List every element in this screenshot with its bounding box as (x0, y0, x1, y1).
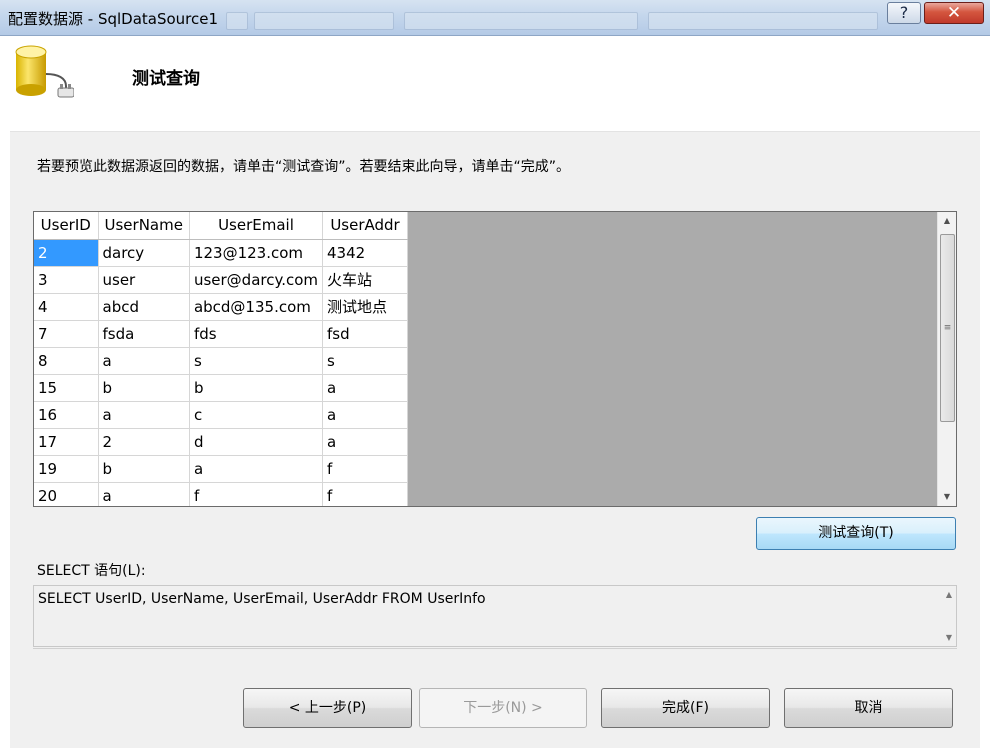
cell-username[interactable]: fsda (98, 320, 190, 348)
cell-userid[interactable]: 2 (34, 239, 99, 267)
cell-username[interactable]: user (98, 266, 190, 294)
cell-userid[interactable]: 4 (34, 293, 99, 321)
cell-useraddr[interactable]: s (322, 347, 409, 375)
cell-useremail[interactable]: d (189, 428, 324, 456)
scrollbar-thumb[interactable]: ≡ (940, 234, 955, 422)
scroll-down-icon[interactable]: ▼ (946, 633, 952, 642)
cell-userid[interactable]: 17 (34, 428, 99, 456)
cell-username[interactable]: a (98, 401, 190, 429)
cell-useraddr[interactable]: a (322, 428, 409, 456)
cell-useraddr[interactable]: a (322, 401, 409, 429)
table-row[interactable]: 7 fsda fds fsd (34, 320, 409, 348)
background-toolbar-ghost (254, 12, 394, 30)
cell-useremail[interactable]: abcd@135.com (189, 293, 324, 321)
column-header-userid[interactable]: UserID (34, 212, 99, 240)
cell-useraddr[interactable]: 火车站 (322, 266, 409, 294)
cell-useraddr[interactable]: 4342 (322, 239, 409, 267)
table-row[interactable]: 17 2 d a (34, 428, 409, 456)
close-button[interactable]: ✕ (924, 2, 984, 24)
table-row[interactable]: 15 b b a (34, 374, 409, 402)
cell-useraddr[interactable]: 测试地点 (322, 293, 409, 321)
cell-username[interactable]: a (98, 347, 190, 375)
results-grid[interactable]: UserID UserName UserEmail UserAddr 2 darc… (33, 211, 957, 507)
cell-useremail[interactable]: fds (189, 320, 324, 348)
cell-useremail[interactable]: b (189, 374, 324, 402)
cell-useremail[interactable]: a (189, 455, 324, 483)
cell-userid[interactable]: 8 (34, 347, 99, 375)
background-toolbar-ghost (226, 12, 248, 30)
cell-useraddr[interactable]: f (322, 455, 409, 483)
wizard-header: 测试查询 (10, 36, 980, 132)
cell-useremail[interactable]: c (189, 401, 324, 429)
sql-label: SELECT 语句(L): (37, 563, 146, 579)
cell-userid[interactable]: 20 (34, 482, 99, 506)
wizard-content: 若要预览此数据源返回的数据，请单击“测试查询”。若要结束此向导，请单击“完成”。… (10, 132, 980, 748)
scroll-down-icon[interactable]: ▼ (938, 488, 956, 506)
database-plug-icon (15, 45, 74, 98)
scroll-up-icon[interactable]: ▲ (938, 212, 956, 230)
column-header-username[interactable]: UserName (98, 212, 190, 240)
table-row[interactable]: 19 b a f (34, 455, 409, 483)
cell-username[interactable]: darcy (98, 239, 190, 267)
cell-useremail[interactable]: user@darcy.com (189, 266, 324, 294)
separator (33, 648, 957, 649)
help-button[interactable]: ? (887, 2, 921, 24)
cell-userid[interactable]: 16 (34, 401, 99, 429)
sql-statement-text: SELECT UserID, UserName, UserEmail, User… (38, 591, 486, 607)
table-row[interactable]: 3 user user@darcy.com 火车站 (34, 266, 409, 294)
test-query-button[interactable]: 测试查询(T) (756, 517, 956, 550)
cell-userid[interactable]: 19 (34, 455, 99, 483)
cell-useraddr[interactable]: fsd (322, 320, 409, 348)
cell-userid[interactable]: 3 (34, 266, 99, 294)
back-button[interactable]: < 上一步(P) (243, 688, 412, 728)
results-table[interactable]: UserID UserName UserEmail UserAddr 2 darc… (34, 212, 409, 506)
column-header-useremail[interactable]: UserEmail (189, 212, 324, 240)
cell-useraddr[interactable]: f (322, 482, 409, 506)
background-toolbar-ghost (648, 12, 878, 30)
cell-username[interactable]: b (98, 455, 190, 483)
background-toolbar-ghost (404, 12, 638, 30)
grid-vertical-scrollbar[interactable]: ▲ ≡ ▼ (937, 212, 956, 506)
scroll-up-icon[interactable]: ▲ (946, 590, 952, 599)
page-title: 测试查询 (132, 69, 200, 89)
cell-useremail[interactable]: 123@123.com (189, 239, 324, 267)
cell-username[interactable]: b (98, 374, 190, 402)
cell-username[interactable]: 2 (98, 428, 190, 456)
column-header-useraddr[interactable]: UserAddr (322, 212, 409, 240)
cell-useraddr[interactable]: a (322, 374, 409, 402)
cell-userid[interactable]: 7 (34, 320, 99, 348)
sql-statement-box[interactable]: SELECT UserID, UserName, UserEmail, User… (33, 585, 957, 647)
next-button[interactable]: 下一步(N) > (419, 688, 587, 728)
table-row[interactable]: 4 abcd abcd@135.com 测试地点 (34, 293, 409, 321)
cell-username[interactable]: abcd (98, 293, 190, 321)
table-row[interactable]: 20 a f f (34, 482, 409, 506)
cell-username[interactable]: a (98, 482, 190, 506)
table-row[interactable]: 16 a c a (34, 401, 409, 429)
instruction-text: 若要预览此数据源返回的数据，请单击“测试查询”。若要结束此向导，请单击“完成”。 (37, 159, 571, 175)
cell-useremail[interactable]: f (189, 482, 324, 506)
table-row[interactable]: 2 darcy 123@123.com 4342 (34, 239, 409, 267)
window-title: 配置数据源 - SqlDataSource1 (8, 10, 219, 28)
title-bar: 配置数据源 - SqlDataSource1 ? ✕ (0, 0, 990, 36)
table-row[interactable]: 8ass (34, 347, 409, 375)
cancel-button[interactable]: 取消 (784, 688, 953, 728)
finish-button[interactable]: 完成(F) (601, 688, 770, 728)
cell-userid[interactable]: 15 (34, 374, 99, 402)
cell-useremail[interactable]: s (189, 347, 324, 375)
